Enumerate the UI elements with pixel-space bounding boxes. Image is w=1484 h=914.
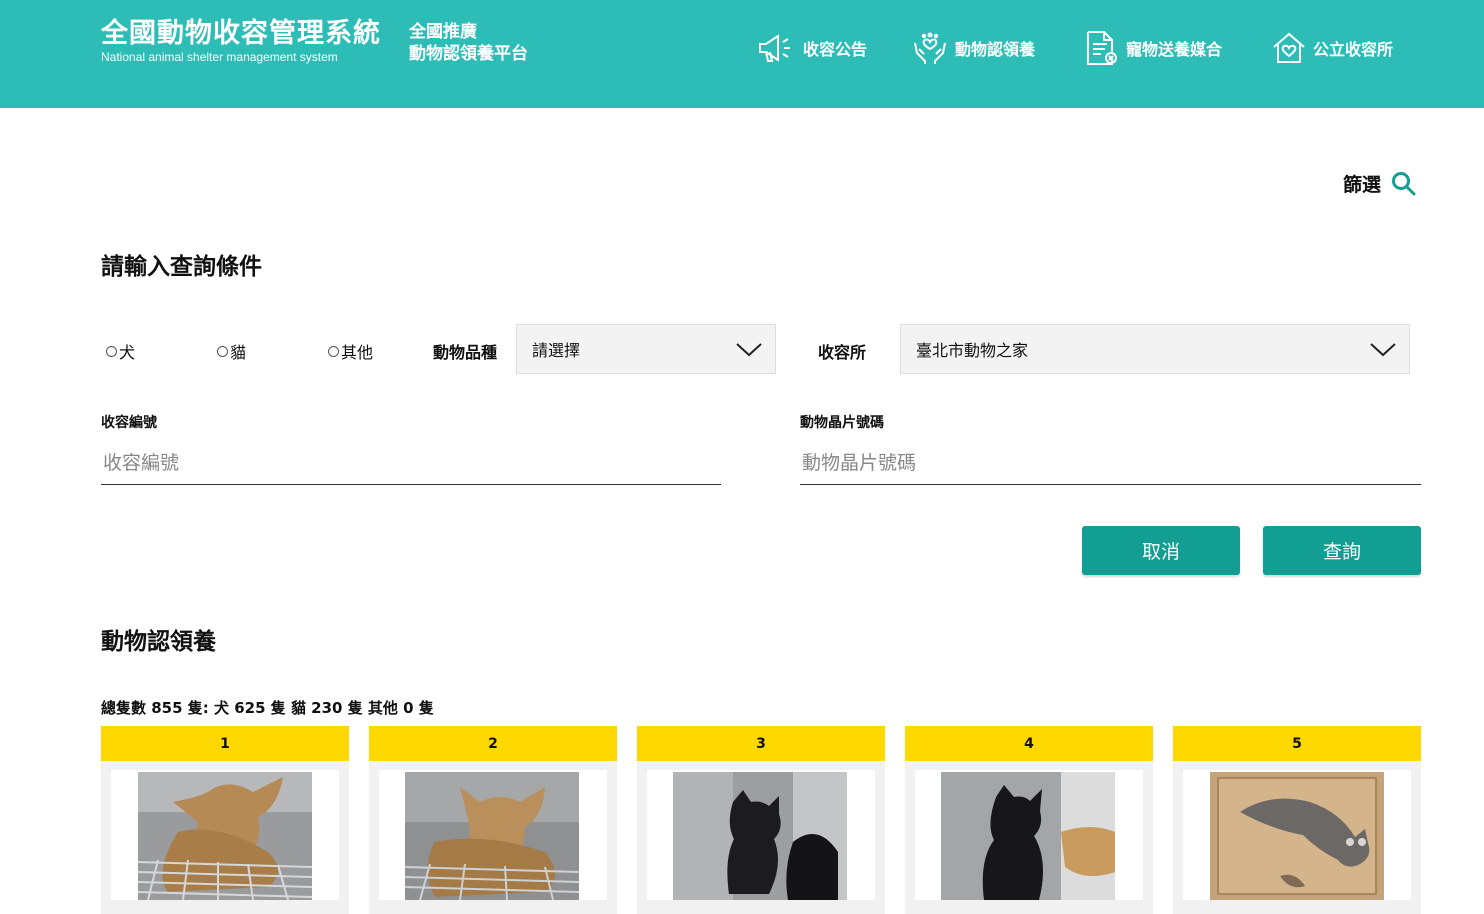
black-dog-photo[interactable] xyxy=(941,772,1115,900)
card-photo-frame xyxy=(111,770,339,900)
card-photo-frame xyxy=(915,770,1143,900)
nav-label: 公立收容所 xyxy=(1313,40,1394,59)
radio-label: 其他 xyxy=(341,343,374,362)
tan-dog-photo[interactable] xyxy=(138,772,312,900)
radio-dog[interactable]: 犬 xyxy=(106,339,135,363)
shelter-no-input[interactable] xyxy=(101,441,721,485)
chip-number-input[interactable] xyxy=(800,441,1421,485)
platform-line-1: 全國推廣 xyxy=(409,22,477,42)
nav-pet-rehoming[interactable]: 寵物送養媒合 xyxy=(1084,30,1222,66)
results-summary: 總隻數 855 隻: 犬 625 隻 貓 230 隻 其他 0 隻 xyxy=(101,699,434,717)
card-number: 1 xyxy=(101,726,349,761)
shelter-select[interactable]: 臺北市動物之家 xyxy=(900,324,1410,374)
nav-label: 寵物送養媒合 xyxy=(1126,40,1223,59)
radio-cat[interactable]: 貓 xyxy=(217,339,246,363)
breed-select[interactable]: 請選擇 xyxy=(516,324,776,374)
card-number: 2 xyxy=(369,726,617,761)
tan-dog-photo[interactable] xyxy=(405,772,579,900)
nav-animal-adoption[interactable]: 動物認領養 xyxy=(911,30,1035,66)
card-number: 4 xyxy=(905,726,1153,761)
hands-heart-icon xyxy=(914,32,946,64)
animal-card[interactable]: 4 xyxy=(905,726,1153,914)
shelter-no-label: 收容編號 xyxy=(101,415,157,431)
query-heading: 請輸入查詢條件 xyxy=(101,254,262,280)
card-photo-frame xyxy=(1183,770,1411,900)
chevron-down-icon xyxy=(1370,343,1396,357)
radio-label: 犬 xyxy=(119,343,136,362)
filter-label: 篩選 xyxy=(1343,174,1382,196)
card-photo-frame xyxy=(647,770,875,900)
animal-card[interactable]: 1 xyxy=(101,726,349,914)
search-icon xyxy=(1392,171,1416,195)
card-number: 3 xyxy=(637,726,885,761)
shelter-selected-value: 臺北市動物之家 xyxy=(916,341,1029,360)
radio-button[interactable] xyxy=(328,345,339,357)
site-header: 全國動物收容管理系統 National animal shelter manag… xyxy=(0,0,1484,108)
site-logo[interactable]: 全國動物收容管理系統 National animal shelter manag… xyxy=(101,18,381,64)
site-subtitle: National animal shelter management syste… xyxy=(101,50,338,64)
nav-public-shelters[interactable]: 公立收容所 xyxy=(1271,30,1393,66)
search-button[interactable]: 查詢 xyxy=(1263,526,1421,575)
card-number: 5 xyxy=(1173,726,1421,761)
chip-number-label: 動物晶片號碼 xyxy=(800,415,884,431)
radio-other[interactable]: 其他 xyxy=(328,339,373,363)
filter-toggle[interactable]: 篩選 xyxy=(1343,170,1417,197)
radio-button[interactable] xyxy=(106,345,117,357)
animal-card[interactable]: 5 xyxy=(1173,726,1421,914)
chevron-down-icon xyxy=(736,343,762,357)
radio-button[interactable] xyxy=(217,345,228,357)
nav-label: 收容公告 xyxy=(803,40,868,59)
card-photo-frame xyxy=(379,770,607,900)
results-heading: 動物認領養 xyxy=(101,629,216,655)
animal-card[interactable]: 3 xyxy=(637,726,885,914)
shelter-label: 收容所 xyxy=(818,343,867,362)
radio-label: 貓 xyxy=(230,343,247,362)
nav-label: 動物認領養 xyxy=(955,40,1036,59)
cancel-button[interactable]: 取消 xyxy=(1082,526,1240,575)
black-dog-photo[interactable] xyxy=(673,772,847,900)
platform-name: 全國推廣 動物認領養平台 xyxy=(409,21,528,65)
house-heart-icon xyxy=(1273,32,1305,63)
megaphone-icon xyxy=(759,34,790,62)
breed-selected-value: 請選擇 xyxy=(532,341,581,360)
breed-label: 動物品種 xyxy=(433,343,498,362)
animal-card[interactable]: 2 xyxy=(369,726,617,914)
site-title: 全國動物收容管理系統 xyxy=(101,18,381,49)
nav-shelter-announcements[interactable]: 收容公告 xyxy=(757,30,867,66)
platform-line-2: 動物認領養平台 xyxy=(409,44,528,64)
tabby-cat-photo[interactable] xyxy=(1210,772,1384,900)
document-icon xyxy=(1087,31,1117,65)
